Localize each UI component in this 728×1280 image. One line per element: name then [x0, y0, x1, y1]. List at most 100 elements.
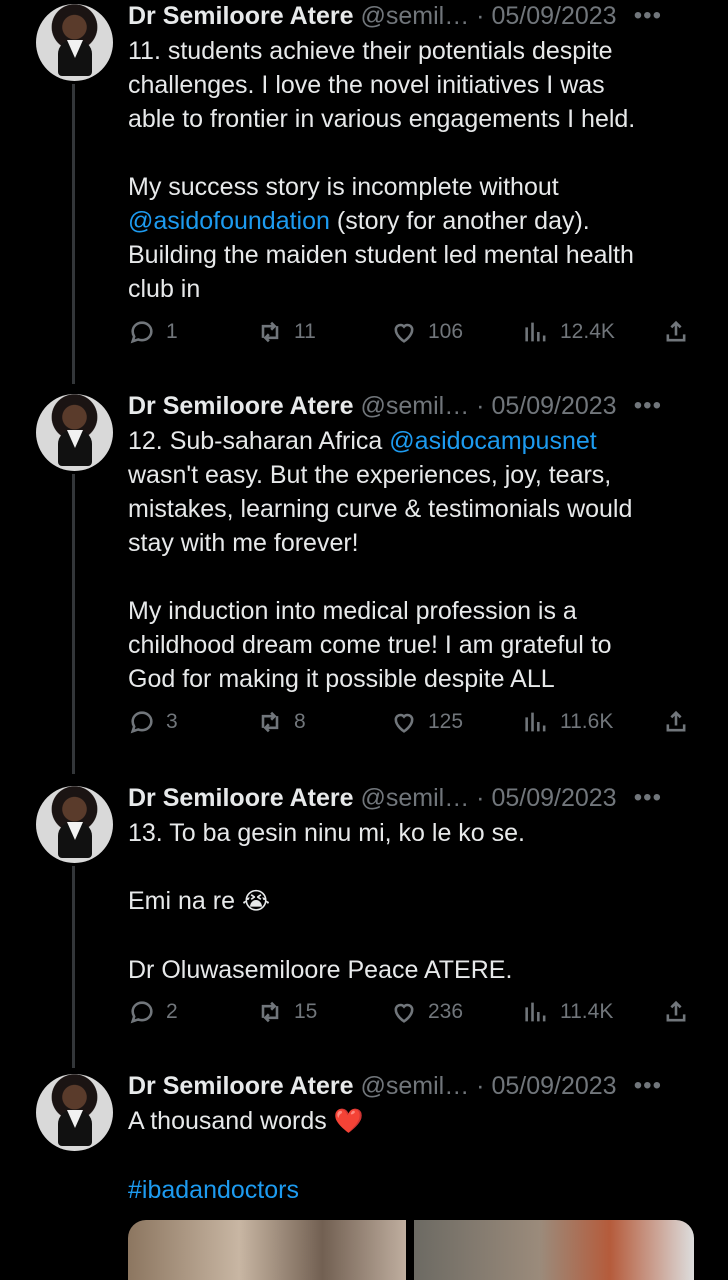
tweet-header: Dr Semiloore Atere @semil… · 05/09/2023 … [128, 390, 698, 422]
tweet-date[interactable]: 05/09/2023 [491, 784, 616, 812]
like-button[interactable]: 236 [390, 998, 463, 1026]
reply-button[interactable]: 1 [128, 318, 178, 346]
media-image[interactable] [128, 1220, 406, 1280]
tweet-line: My success story is incomplete without [128, 173, 559, 201]
tweet-header: Dr Semiloore Atere @semil… · 05/09/2023 … [128, 1070, 698, 1102]
tweet-date[interactable]: 05/09/2023 [491, 1072, 616, 1100]
more-options-icon[interactable]: ••• [634, 1070, 662, 1102]
share-icon [666, 1000, 686, 1022]
repost-button[interactable]: 8 [256, 708, 306, 736]
tweet-media[interactable] [128, 1220, 694, 1280]
repost-count: 11 [294, 320, 316, 343]
reply-count: 3 [166, 710, 178, 733]
tweet-line: mistakes, learning curve & testimonials … [128, 495, 633, 523]
tweet-line: stay with me forever! [128, 529, 359, 557]
author-name[interactable]: Dr Semiloore Atere [128, 1072, 354, 1100]
tweet-line: 13. To ba gesin ninu mi, ko le ko se. [128, 819, 525, 847]
more-options-icon[interactable]: ••• [634, 0, 662, 32]
tweet-line: club in [128, 275, 201, 303]
separator: · [476, 784, 485, 812]
repost-button[interactable]: 11 [256, 318, 316, 346]
mention-link[interactable]: @asidofoundation [128, 207, 330, 235]
views-button[interactable]: 12.4K [522, 318, 615, 346]
avatar[interactable] [36, 786, 113, 863]
view-count: 11.4K [560, 1000, 614, 1023]
tweet-text: 12. Sub-saharan Africa @asidocampusnet w… [128, 424, 688, 696]
tweet-line-start: 12. Sub-saharan Africa [128, 427, 390, 455]
share-button[interactable] [662, 998, 690, 1026]
tweet-date[interactable]: 05/09/2023 [491, 2, 616, 30]
repost-count: 8 [294, 710, 306, 733]
avatar[interactable] [36, 394, 113, 471]
separator: · [476, 1072, 485, 1100]
like-count: 106 [428, 320, 464, 343]
tweet-line: childhood dream come true! I am grateful… [128, 631, 612, 659]
share-button[interactable] [662, 318, 690, 346]
crying-face-emoji-icon: 😭 [241, 888, 270, 915]
mention-link[interactable]: @asidocampusnet [389, 427, 596, 455]
heart-icon [394, 323, 414, 343]
more-options-icon[interactable]: ••• [634, 390, 662, 422]
reply-button[interactable]: 2 [128, 998, 178, 1026]
heart-icon [394, 1003, 414, 1023]
share-icon [666, 320, 686, 342]
tweet-line: 12. Sub-saharan Africa @asidocampusnet [128, 424, 688, 458]
reply-button[interactable]: 3 [128, 708, 178, 736]
share-button[interactable] [662, 708, 690, 736]
tweet-line: challenges. I love the novel initiatives… [128, 71, 605, 99]
red-heart-emoji-icon: ❤️ [333, 1108, 364, 1135]
author-name[interactable]: Dr Semiloore Atere [128, 392, 354, 420]
tweet-date[interactable]: 05/09/2023 [491, 392, 616, 420]
thread-line [72, 866, 75, 1068]
reply-icon [130, 711, 153, 734]
avatar[interactable] [36, 1074, 113, 1151]
heart-icon [394, 713, 414, 733]
author-handle[interactable]: @semil… [361, 1072, 470, 1100]
author-name[interactable]: Dr Semiloore Atere [128, 784, 354, 812]
view-count: 12.4K [560, 320, 615, 343]
like-button[interactable]: 106 [390, 318, 463, 346]
media-image[interactable] [414, 1220, 694, 1280]
reply-count: 1 [166, 320, 178, 343]
tweet-line: wasn't easy. But the experiences, joy, t… [128, 461, 612, 489]
author-handle[interactable]: @semil… [361, 2, 470, 30]
avatar[interactable] [36, 4, 113, 81]
tweet-text: 11. students achieve their potentials de… [128, 34, 688, 306]
tweet-line: Dr Oluwasemiloore Peace ATERE. [128, 956, 513, 984]
reply-icon [130, 1001, 153, 1024]
tweet-line-rest: (story for another day). [329, 207, 590, 235]
more-options-icon[interactable]: ••• [634, 782, 662, 814]
tweet-line: able to frontier in various engagements … [128, 105, 636, 133]
separator: · [476, 392, 485, 420]
author-handle[interactable]: @semil… [361, 392, 470, 420]
view-count: 11.6K [560, 710, 614, 733]
thread-line [72, 474, 75, 774]
repost-icon [261, 321, 279, 343]
tweet-line-text: A thousand words [128, 1107, 327, 1135]
views-icon [525, 712, 546, 732]
tweet-line: 11. students achieve their potentials de… [128, 37, 613, 65]
author-name[interactable]: Dr Semiloore Atere [128, 2, 354, 30]
repost-button[interactable]: 15 [256, 998, 317, 1026]
like-button[interactable]: 125 [390, 708, 463, 736]
separator: · [476, 2, 485, 30]
views-button[interactable]: 11.4K [522, 998, 613, 1026]
tweet-text: 13. To ba gesin ninu mi, ko le ko se. Em… [128, 816, 688, 987]
tweet-line: A thousand words ❤️ [128, 1104, 688, 1139]
repost-count: 15 [294, 1000, 318, 1023]
views-button[interactable]: 11.6K [522, 708, 613, 736]
tweet-actions: 3 8 125 11.6K [128, 708, 696, 744]
tweet-text: A thousand words ❤️ #ibadandoctors [128, 1104, 688, 1207]
tweet-line-text: Emi na re [128, 887, 235, 915]
share-icon [666, 710, 686, 732]
repost-icon [261, 711, 279, 733]
reply-icon [130, 321, 153, 344]
tweet-line: @asidofoundation (story for another day)… [128, 204, 688, 238]
tweet-line: God for making it possible despite ALL [128, 665, 555, 693]
tweet-line: My induction into medical profession is … [128, 597, 577, 625]
reply-count: 2 [166, 1000, 178, 1023]
author-handle[interactable]: @semil… [361, 784, 470, 812]
hashtag-link[interactable]: #ibadandoctors [128, 1176, 299, 1204]
